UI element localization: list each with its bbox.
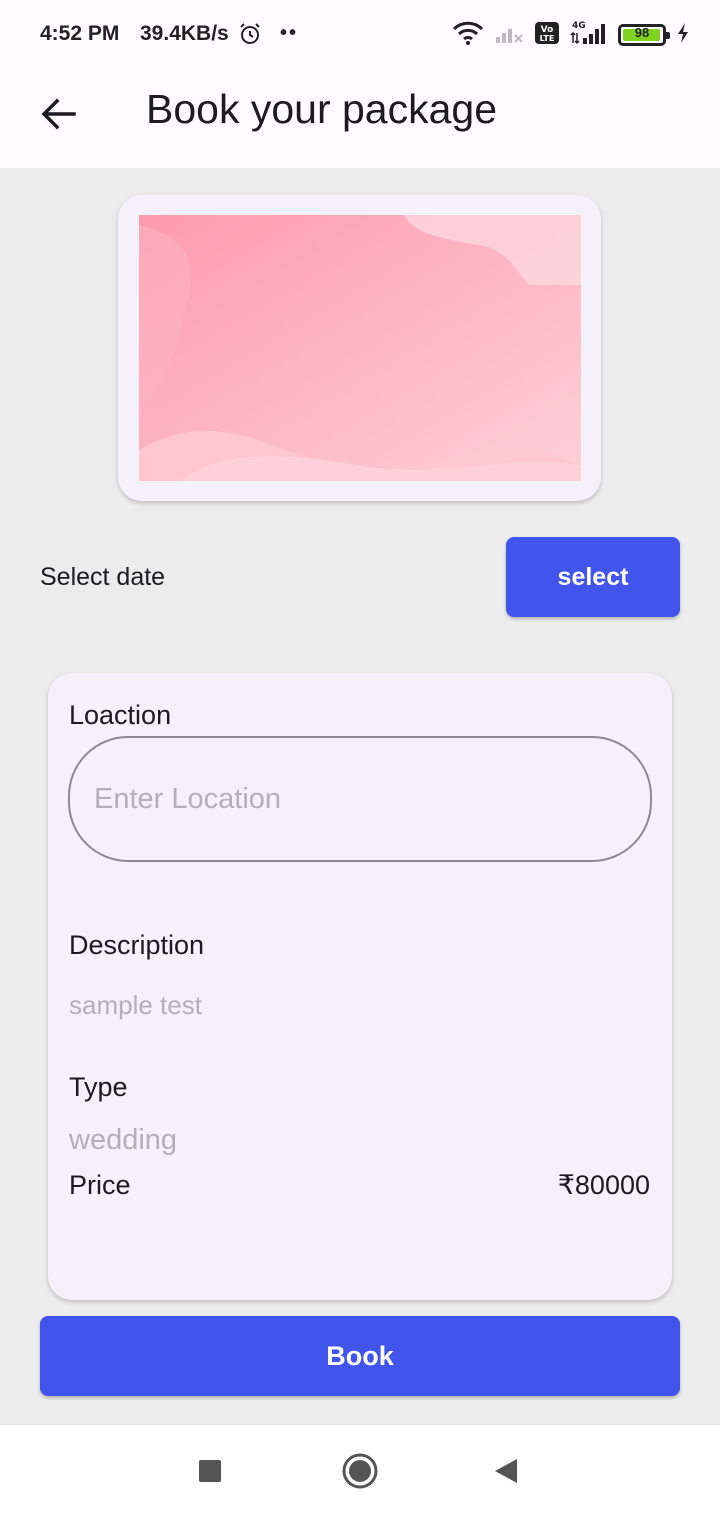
home-circle-icon [341,1452,379,1495]
page-title: Book your package [146,86,498,132]
location-input[interactable] [68,736,652,862]
home-button[interactable] [338,1451,382,1495]
app-bar: Book your package [0,68,720,168]
alarm-icon [238,22,262,46]
select-date-button[interactable]: select [506,537,680,617]
package-details-card: Loaction Description sample test Type we… [48,673,672,1300]
back-triangle-icon [493,1457,519,1490]
status-time: 4:52 PM [40,22,120,45]
charging-icon [676,22,690,49]
book-button[interactable]: Book [40,1316,680,1396]
type-label: Type [69,1072,128,1102]
price-value: ₹80000 [557,1170,650,1200]
battery-level: 98 [634,25,650,40]
arrow-back-icon [40,98,76,135]
back-button[interactable] [30,88,86,144]
volte-icon: Vo LTE [534,21,560,50]
status-dots: •• [280,22,299,44]
type-value: wedding [69,1124,178,1156]
signal-weak-icon [494,21,524,50]
status-icons: Vo LTE 4G 98 [452,20,690,50]
description-value: sample test [69,990,202,1020]
svg-text:LTE: LTE [540,34,555,43]
price-label: Price [69,1170,131,1200]
location-label: Loaction [69,700,172,730]
recents-square-icon [198,1459,222,1488]
description-label: Description [69,930,205,960]
svg-text:4G: 4G [572,21,586,31]
wifi-icon [452,20,484,51]
signal-4g-icon: 4G [570,19,608,52]
status-net-speed: 39.4KB/s [140,22,229,45]
system-back-button[interactable] [484,1451,528,1495]
package-image [139,215,581,481]
recents-button[interactable] [188,1451,232,1495]
system-nav-bar [0,1424,720,1520]
status-bar: 4:52 PM 39.4KB/s •• Vo LTE 4G 98 [0,0,720,68]
select-date-label: Select date [40,563,166,591]
battery-icon: 98 [618,24,670,46]
package-image-card [118,195,601,501]
